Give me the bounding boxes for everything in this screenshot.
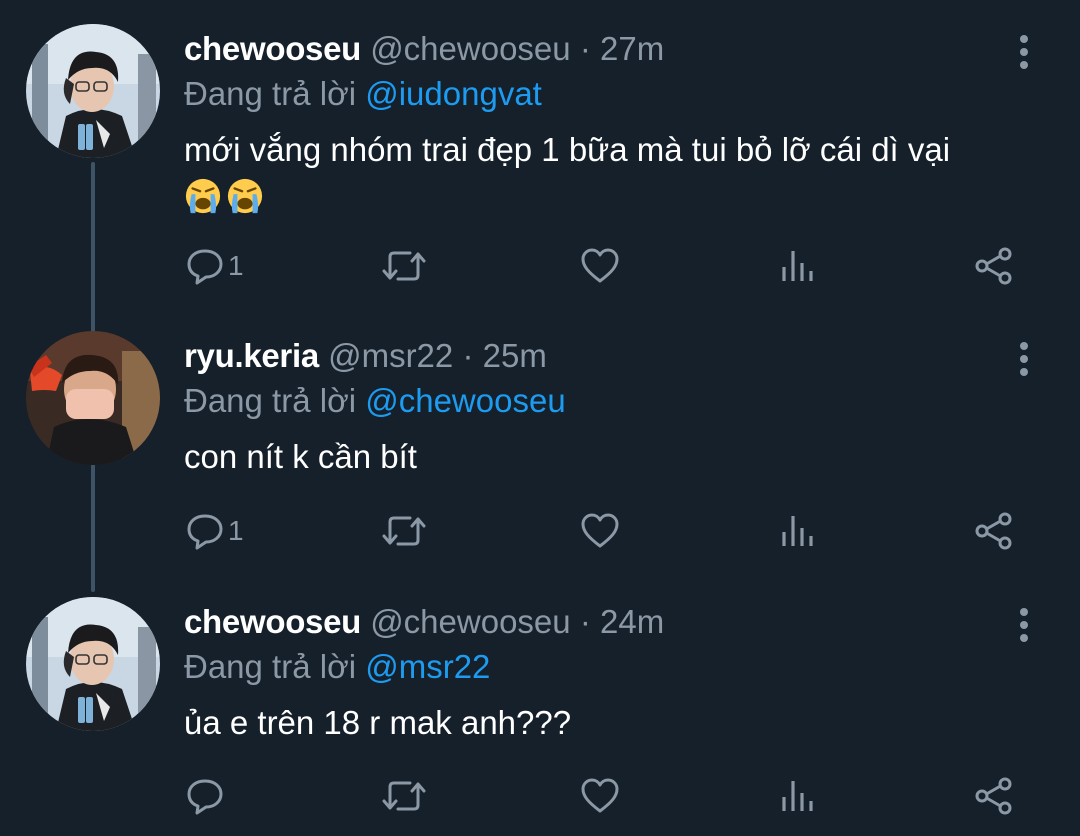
share-button[interactable] (974, 771, 1014, 821)
replying-to-label: Đang trả lời (184, 648, 357, 685)
avatar[interactable] (26, 331, 160, 465)
replying-to: Đang trả lời @msr22 (184, 645, 490, 689)
tweet-text: ủa e trên 18 r mak anh??? (184, 701, 1044, 745)
share-button[interactable] (974, 506, 1014, 556)
timestamp[interactable]: 24m (600, 603, 664, 640)
tweet-header: chewooseu @chewooseu · 27m (184, 27, 664, 71)
reply-button[interactable] (186, 771, 228, 821)
separator-dot: · (579, 30, 591, 67)
more-options-icon[interactable] (1012, 606, 1036, 644)
display-name[interactable]: ryu.keria (184, 337, 319, 374)
display-name[interactable]: chewooseu (184, 603, 361, 640)
like-icon (581, 513, 619, 548)
separator-dot: · (462, 337, 474, 374)
share-icon (975, 247, 1012, 285)
analytics-button[interactable] (778, 241, 818, 291)
avatar[interactable] (26, 597, 160, 731)
reply-icon (187, 514, 223, 550)
tweet-text: mới vắng nhóm trai đẹp 1 bữa mà tui bỏ l… (184, 128, 1044, 216)
replying-to-label: Đang trả lời (184, 382, 357, 419)
tweet[interactable]: ryu.keria @msr22 · 25m Đang trả lời @che… (0, 331, 1080, 564)
like-button[interactable] (580, 771, 620, 821)
user-handle[interactable]: @chewooseu (370, 30, 570, 67)
tweet-body: con nít k cần bít (184, 438, 417, 475)
mention-link[interactable]: @iudongvat (365, 75, 542, 112)
retweet-icon (382, 781, 426, 811)
reply-icon (187, 249, 223, 285)
display-name[interactable]: chewooseu (184, 30, 361, 67)
replying-to: Đang trả lời @iudongvat (184, 72, 542, 116)
tweet-header: ryu.keria @msr22 · 25m (184, 334, 547, 378)
reply-button[interactable]: 1 (186, 241, 244, 291)
reply-thread: chewooseu @chewooseu · 27m Đang trả lời … (0, 0, 1080, 836)
share-icon (975, 777, 1012, 815)
reply-count: 1 (228, 515, 244, 546)
retweet-icon (382, 251, 426, 281)
analytics-icon (782, 251, 813, 281)
tweet-actions: 1 (0, 506, 1080, 556)
avatar-image (26, 597, 160, 731)
like-icon (581, 778, 619, 813)
share-icon (975, 512, 1012, 550)
reply-icon (187, 779, 223, 815)
share-button[interactable] (974, 241, 1014, 291)
tweet-body: ủa e trên 18 r mak anh??? (184, 704, 572, 741)
reply-count: 1 (228, 250, 244, 281)
analytics-button[interactable] (778, 771, 818, 821)
tweet-text: con nít k cần bít (184, 435, 1044, 479)
user-handle[interactable]: @msr22 (328, 337, 453, 374)
loudly-crying-face-icon (227, 179, 263, 214)
tweet-header: chewooseu @chewooseu · 24m (184, 600, 664, 644)
mention-link[interactable]: @chewooseu (365, 382, 565, 419)
user-handle[interactable]: @chewooseu (370, 603, 570, 640)
replying-to-label: Đang trả lời (184, 75, 357, 112)
more-options-icon[interactable] (1012, 33, 1036, 71)
retweet-icon (382, 516, 426, 546)
tweet[interactable]: chewooseu @chewooseu · 27m Đang trả lời … (0, 24, 1080, 317)
avatar[interactable] (26, 24, 160, 158)
avatar-image (26, 331, 160, 465)
like-icon (581, 248, 619, 283)
analytics-icon (782, 516, 813, 546)
like-button[interactable] (580, 241, 620, 291)
tweet-body: mới vắng nhóm trai đẹp 1 bữa mà tui bỏ l… (184, 131, 951, 168)
tweet-actions: 1 (0, 241, 1080, 291)
timestamp[interactable]: 25m (483, 337, 547, 374)
tweet-actions (0, 771, 1080, 821)
avatar-image (26, 24, 160, 158)
timestamp[interactable]: 27m (600, 30, 664, 67)
retweet-button[interactable] (382, 241, 426, 291)
more-options-icon[interactable] (1012, 340, 1036, 378)
loudly-crying-face-icon (185, 179, 221, 214)
separator-dot: · (579, 603, 591, 640)
retweet-button[interactable] (382, 506, 426, 556)
analytics-icon (782, 781, 813, 811)
reply-button[interactable]: 1 (186, 506, 244, 556)
retweet-button[interactable] (382, 771, 426, 821)
tweet[interactable]: chewooseu @chewooseu · 24m Đang trả lời … (0, 597, 1080, 836)
mention-link[interactable]: @msr22 (365, 648, 490, 685)
replying-to: Đang trả lời @chewooseu (184, 379, 566, 423)
analytics-button[interactable] (778, 506, 818, 556)
like-button[interactable] (580, 506, 620, 556)
